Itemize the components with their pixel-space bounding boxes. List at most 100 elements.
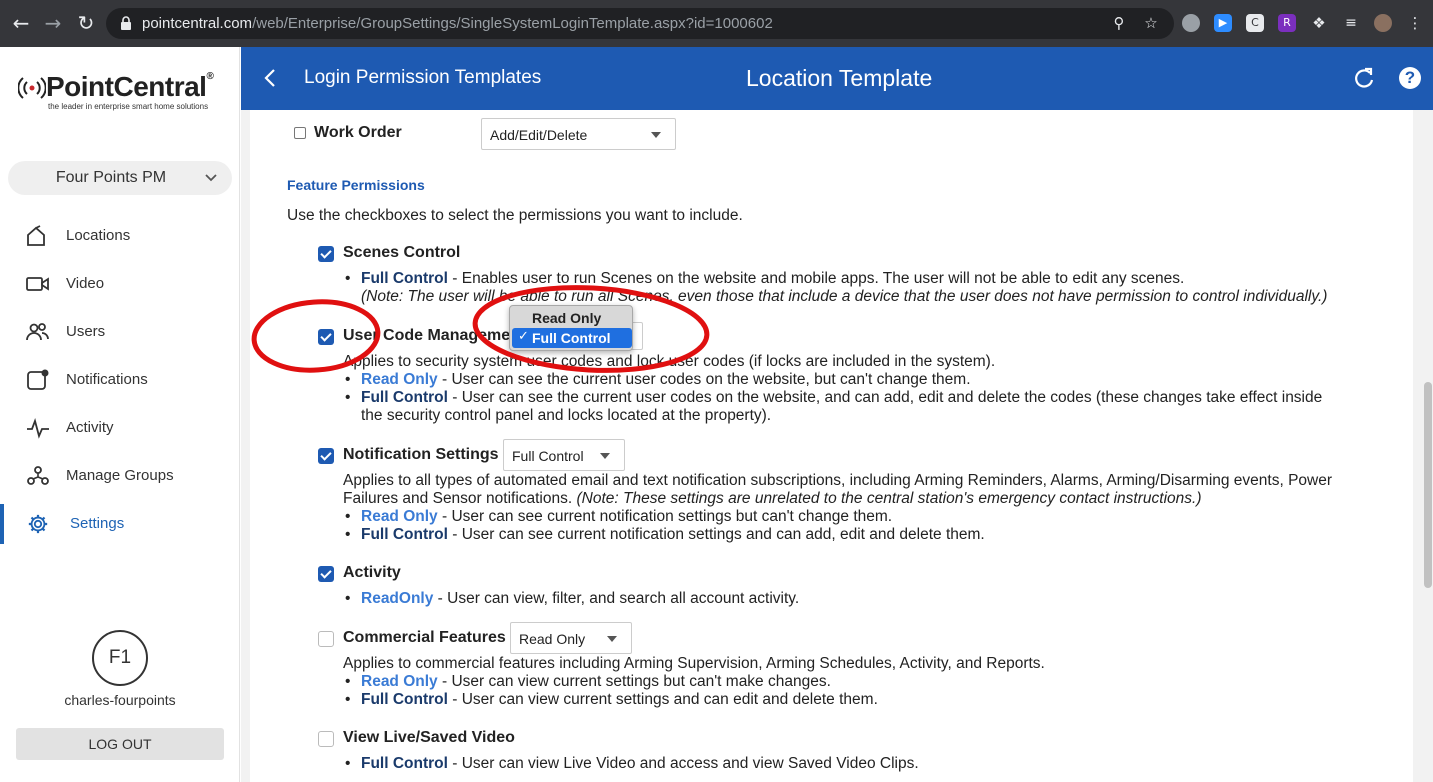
activity-checkbox[interactable] [318, 566, 334, 582]
commercial-read-only-bullet: • Read Only - User can view current setti… [345, 673, 831, 690]
user-code-checkbox[interactable] [318, 329, 334, 345]
sidebar-item-label: Video [66, 275, 105, 292]
sidebar-item-label: Locations [66, 227, 131, 244]
user-code-dropdown-menu[interactable]: Read Only ✓ Full Control [509, 305, 633, 351]
username: charles-fourpoints [64, 692, 176, 708]
scenes-note: (Note: The user will be able to run all … [361, 288, 1328, 305]
activity-pulse-icon [27, 418, 49, 439]
commercial-full-control-bullet: • Full Control - User can view current se… [345, 691, 878, 708]
organization-name: Four Points PM [55, 169, 167, 186]
forward-arrow-icon[interactable]: → [42, 12, 64, 34]
c-extension-icon[interactable]: C [1246, 14, 1264, 32]
commercial-features-select[interactable]: Read Only [510, 622, 632, 654]
gear-icon [28, 514, 48, 534]
star-icon[interactable]: ☆ [1142, 14, 1160, 32]
sidebar-item-activity[interactable]: Activity [0, 408, 239, 448]
sidebar-item-locations[interactable]: Locations [0, 216, 239, 256]
browser-toolbar: ← → ↻ pointcentral.com/web/Enterprise/Gr… [0, 0, 1433, 47]
signal-logo-icon [18, 77, 46, 99]
brand-tagline: the leader in enterprise smart home solu… [48, 102, 209, 111]
logout-button[interactable]: LOG OUT [16, 728, 224, 760]
logo: PointCentral® the leader in enterprise s… [18, 71, 228, 121]
chevron-left-icon[interactable] [263, 67, 277, 89]
scenes-full-control-bullet: • Full Control - Enables user to run Scen… [345, 270, 1185, 287]
page-header: Login Permission Templates Location Temp… [241, 47, 1433, 110]
r-extension-icon[interactable]: R [1278, 14, 1296, 32]
activity-title: Activity [343, 564, 401, 581]
sidebar: PointCentral® the leader in enterprise s… [0, 47, 240, 782]
caret-down-icon [651, 132, 661, 138]
home-icon [27, 225, 45, 246]
sidebar-item-notifications[interactable]: Notifications [0, 360, 239, 400]
scrollbar-thumb[interactable] [1424, 382, 1432, 588]
back-link[interactable]: Login Permission Templates [304, 67, 541, 89]
video-camera-icon [26, 277, 49, 291]
user-code-title: User Code Management [343, 327, 526, 344]
sidebar-item-label: Manage Groups [66, 467, 174, 484]
notification-settings-value: Full Control [512, 448, 584, 464]
work-order-value: Add/Edit/Delete [490, 127, 588, 143]
video-checkbox[interactable] [318, 731, 334, 747]
sidebar-item-label: Activity [66, 419, 114, 436]
work-order-checkbox[interactable] [294, 127, 306, 139]
sidebar-item-label: Users [66, 323, 106, 340]
user-code-read-only-bullet: • Read Only - User can see the current us… [345, 371, 971, 388]
caret-down-icon [600, 453, 610, 459]
commercial-features-checkbox[interactable] [318, 631, 334, 647]
caret-down-icon [607, 636, 617, 642]
organization-select[interactable]: Four Points PM [8, 161, 232, 195]
zoom-extension-icon[interactable]: ▶ [1214, 14, 1232, 32]
notification-settings-checkbox[interactable] [318, 448, 334, 464]
notification-read-only-bullet: • Read Only - User can see current notifi… [345, 508, 893, 525]
work-order-select[interactable]: Add/Edit/Delete [481, 118, 676, 150]
sidebar-item-video[interactable]: Video [0, 264, 239, 304]
user-code-full-control-bullet: • Full Control - User can see the current… [345, 389, 1323, 406]
feature-permissions-description: Use the checkboxes to select the permiss… [287, 207, 743, 224]
scenes-control-title: Scenes Control [343, 244, 461, 261]
video-full-control-bullet: • Full Control - User can view Live Video… [345, 755, 919, 772]
video-title: View Live/Saved Video [343, 729, 515, 746]
scenes-control-checkbox[interactable] [318, 246, 334, 262]
puzzle-icon[interactable]: ❖ [1310, 14, 1328, 32]
back-arrow-icon[interactable]: ← [10, 12, 32, 34]
reload-icon[interactable]: ↻ [75, 12, 97, 34]
dropdown-option-full-control[interactable]: ✓ Full Control [512, 328, 632, 348]
groups-icon [27, 466, 49, 485]
sidebar-item-label: Settings [70, 515, 125, 532]
avatar[interactable]: F1 [92, 630, 148, 686]
menu-dots-icon[interactable]: ⋮ [1406, 14, 1424, 32]
notification-icon [27, 369, 49, 390]
address-bar[interactable]: pointcentral.com/web/Enterprise/GroupSet… [106, 8, 1174, 39]
notification-settings-title: Notification Settings [343, 446, 499, 463]
activity-read-only-bullet: • ReadOnly - User can view, filter, and s… [345, 590, 800, 607]
lock-icon [121, 16, 131, 30]
main-content: Work Order Add/Edit/Delete Feature Permi… [241, 110, 1433, 782]
dropdown-option-read-only[interactable]: Read Only [512, 308, 632, 328]
feature-permissions-heading: Feature Permissions [287, 177, 425, 193]
sidebar-item-users[interactable]: Users [0, 312, 239, 352]
reading-list-icon[interactable]: ≡ [1342, 14, 1360, 32]
work-order-label: Work Order [314, 124, 402, 141]
help-icon[interactable]: ? [1399, 67, 1421, 89]
users-icon [26, 323, 49, 341]
sidebar-item-settings[interactable]: Settings [0, 504, 239, 544]
sidebar-item-label: Notifications [66, 371, 148, 388]
chevron-down-icon [205, 174, 217, 182]
checkmark-icon: ✓ [518, 329, 529, 344]
profile-avatar-icon[interactable] [1374, 14, 1392, 32]
key-icon[interactable]: ⚲ [1110, 14, 1128, 32]
user-code-description: Applies to security system user codes an… [343, 353, 996, 370]
commercial-description: Applies to commercial features including… [343, 655, 1045, 672]
user-code-full-control-continued: the security control panel and locks loc… [361, 407, 772, 424]
sidebar-item-manage-groups[interactable]: Manage Groups [0, 456, 239, 496]
notification-description-1: Applies to all types of automated email … [343, 472, 1333, 489]
commercial-features-title: Commercial Features [343, 629, 506, 646]
url-text: pointcentral.com/web/Enterprise/GroupSet… [142, 15, 773, 32]
permissions-panel: Work Order Add/Edit/Delete Feature Permi… [250, 110, 1413, 782]
notification-description-2: Failures and Sensor notifications. (Note… [343, 490, 1202, 507]
brand-name: PointCentral® [46, 71, 214, 102]
notification-full-control-bullet: • Full Control - User can see current not… [345, 526, 985, 543]
refresh-icon[interactable] [1353, 67, 1375, 89]
notification-settings-select[interactable]: Full Control [503, 439, 625, 471]
extension-circle-icon[interactable] [1182, 14, 1200, 32]
